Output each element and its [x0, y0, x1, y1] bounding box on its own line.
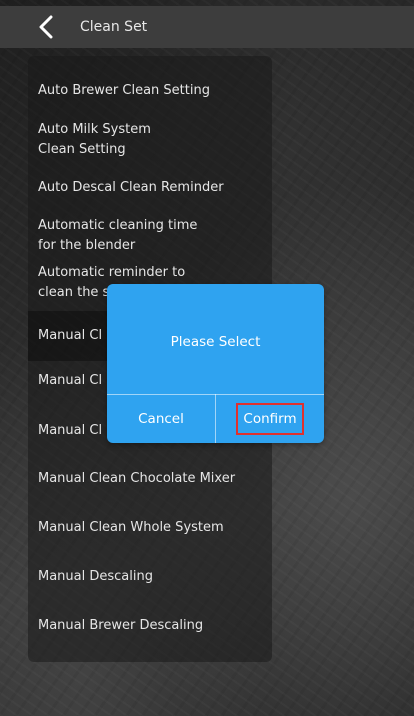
- cancel-button[interactable]: Cancel: [107, 394, 215, 443]
- menu-item-label: Auto Descal Clean Reminder: [38, 180, 224, 195]
- menu-item-automatic-cleaning-time-blender[interactable]: Automatic cleaning time for the blender: [38, 216, 270, 256]
- menu-item-label: Manual Cl: [38, 373, 103, 388]
- confirm-button-label: Confirm: [236, 402, 304, 435]
- dialog-message: Please Select: [170, 334, 261, 350]
- confirm-dialog: Please Select Cancel Confirm: [107, 284, 324, 443]
- menu-item-label-line1: Auto Milk System: [38, 122, 151, 137]
- top-bar: Clean Set: [0, 6, 414, 48]
- menu-item-auto-descal-clean-reminder[interactable]: Auto Descal Clean Reminder: [38, 178, 270, 198]
- clean-set-screen: Clean Set Auto Brewer Clean Setting Auto…: [0, 0, 414, 716]
- menu-item-label: Manual Descaling: [38, 569, 153, 584]
- menu-item-manual-clean-chocolate-mixer[interactable]: Manual Clean Chocolate Mixer: [38, 469, 270, 489]
- menu-item-manual-clean-whole-system[interactable]: Manual Clean Whole System: [38, 518, 270, 538]
- menu-item-label: Manual Brewer Descaling: [38, 618, 204, 633]
- menu-item-label-line1: Automatic reminder to: [38, 265, 186, 280]
- menu-item-auto-milk-system-clean-setting[interactable]: Auto Milk System Clean Setting: [38, 120, 270, 160]
- menu-item-label: Manual Cl: [38, 423, 103, 438]
- menu-item-label: Manual Clean Whole System: [38, 520, 224, 535]
- confirm-button[interactable]: Confirm: [216, 394, 324, 443]
- menu-item-label-line2: for the blender: [38, 238, 136, 253]
- menu-item-manual-descaling[interactable]: Manual Descaling: [38, 567, 270, 587]
- menu-item-label-line1: Automatic cleaning time: [38, 218, 198, 233]
- menu-item-manual-brewer-descaling[interactable]: Manual Brewer Descaling: [38, 616, 270, 636]
- back-button[interactable]: [38, 6, 76, 48]
- menu-item-auto-brewer-clean-setting[interactable]: Auto Brewer Clean Setting: [38, 81, 270, 101]
- chevron-left-icon: [39, 15, 53, 39]
- page-title: Clean Set: [80, 19, 148, 35]
- menu-item-label: Manual Clean Chocolate Mixer: [38, 471, 236, 486]
- cancel-button-label: Cancel: [138, 410, 184, 427]
- menu-item-label: Auto Brewer Clean Setting: [38, 83, 210, 98]
- menu-item-label-line2: Clean Setting: [38, 142, 126, 157]
